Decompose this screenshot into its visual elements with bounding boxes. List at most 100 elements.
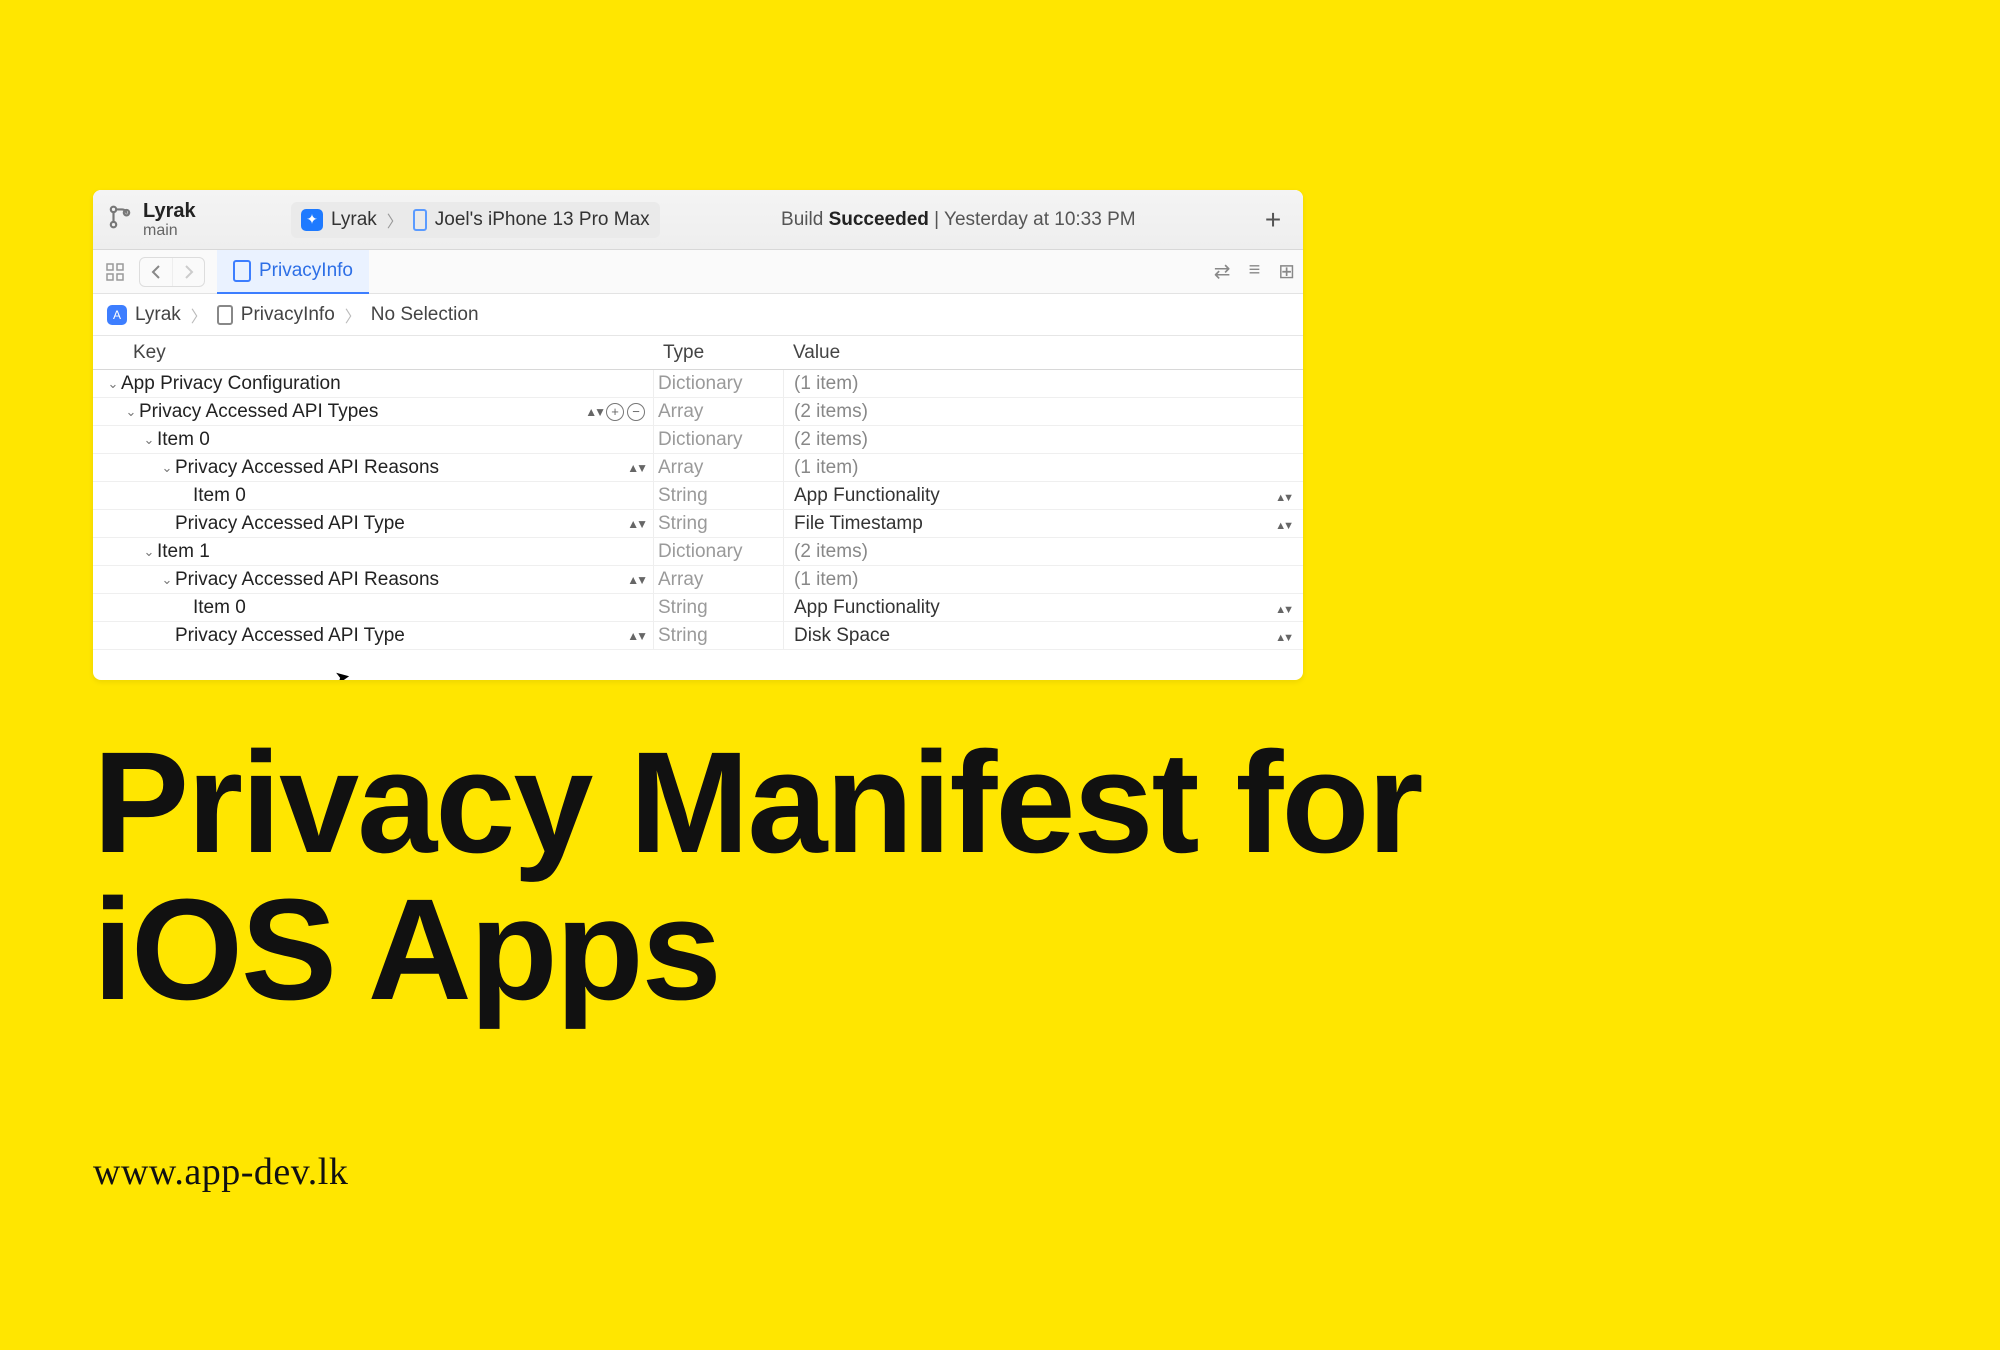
plist-row[interactable]: ⌄App Privacy Configuration Dictionary(1 i… bbox=[93, 370, 1303, 398]
row-controls: ▲▼+− bbox=[585, 403, 645, 421]
lines-icon[interactable]: ≡ bbox=[1249, 259, 1261, 284]
run-destination: Joel's iPhone 13 Pro Max bbox=[435, 209, 650, 231]
add-button[interactable]: + bbox=[1257, 204, 1289, 236]
row-type[interactable]: Dictionary bbox=[653, 426, 783, 453]
add-editor-icon[interactable]: ⊞ bbox=[1278, 259, 1295, 284]
xcode-window: Lyrak main ✦ Lyrak 〉 Joel's iPhone 13 Pr… bbox=[93, 190, 1303, 680]
chevron-down-icon[interactable]: ⌄ bbox=[123, 404, 139, 420]
plist-body: ➤ ⌄App Privacy ConfigurationDictionary(1… bbox=[93, 370, 1303, 680]
row-type[interactable]: Dictionary bbox=[653, 370, 783, 397]
key-type-stepper[interactable]: ▲▼ bbox=[627, 461, 645, 475]
scheme-selector[interactable]: ✦ Lyrak 〉 Joel's iPhone 13 Pro Max bbox=[291, 202, 660, 238]
plist-row[interactable]: Item 0 StringApp Functionality▲▼ bbox=[93, 594, 1303, 622]
row-type[interactable]: Array bbox=[653, 398, 783, 425]
row-key: Item 0 bbox=[193, 597, 246, 619]
key-type-stepper[interactable]: ▲▼ bbox=[627, 573, 645, 587]
editor-options: ⇄ ≡ ⊞ bbox=[1214, 259, 1295, 284]
project-name: Lyrak bbox=[143, 200, 196, 222]
source-control-branch[interactable]: Lyrak main bbox=[107, 200, 277, 240]
history-nav bbox=[139, 257, 205, 287]
page-title: Privacy Manifest for iOS Apps bbox=[93, 730, 1422, 1024]
plist-row[interactable]: ⌄Privacy Accessed API Reasons▲▼Array(1 i… bbox=[93, 454, 1303, 482]
key-type-stepper[interactable]: ▲▼ bbox=[627, 517, 645, 531]
plist-column-header: Key Type Value bbox=[93, 336, 1303, 370]
row-value[interactable]: App Functionality▲▼ bbox=[783, 594, 1303, 621]
row-type[interactable]: String bbox=[653, 510, 783, 537]
row-key: Privacy Accessed API Types bbox=[139, 401, 378, 423]
crumb-file[interactable]: PrivacyInfo bbox=[241, 304, 335, 326]
chevron-down-icon[interactable]: ⌄ bbox=[105, 376, 121, 392]
related-items-icon[interactable] bbox=[101, 258, 129, 286]
column-value[interactable]: Value bbox=[783, 342, 1303, 364]
plist-row[interactable]: ⌄Privacy Accessed API Reasons ▲▼ Array(1 i… bbox=[93, 566, 1303, 594]
chevron-right-icon: 〉 bbox=[343, 303, 363, 327]
row-key: Item 1 bbox=[157, 541, 210, 563]
plist-file-icon bbox=[217, 305, 233, 325]
stepper-icon[interactable]: ▲▼ bbox=[585, 405, 603, 419]
chevron-down-icon[interactable]: ⌄ bbox=[159, 460, 175, 476]
row-value[interactable]: (2 items) bbox=[783, 426, 1303, 453]
row-value[interactable]: (1 item) bbox=[783, 370, 1303, 397]
crumb-project[interactable]: Lyrak bbox=[135, 304, 181, 326]
value-stepper-icon[interactable]: ▲▼ bbox=[1275, 600, 1291, 616]
row-key: App Privacy Configuration bbox=[121, 373, 341, 395]
jump-bar[interactable]: A Lyrak 〉 PrivacyInfo 〉 No Selection bbox=[93, 294, 1303, 336]
tab-bar: PrivacyInfo ⇄ ≡ ⊞ bbox=[93, 250, 1303, 294]
value-stepper-icon[interactable]: ▲▼ bbox=[1275, 488, 1291, 504]
plist-row[interactable]: Privacy Accessed API Type ▲▼ StringFile Ti… bbox=[93, 510, 1303, 538]
row-type[interactable]: Array bbox=[653, 454, 783, 481]
scheme-name: Lyrak bbox=[331, 209, 377, 231]
row-type[interactable]: String bbox=[653, 622, 783, 649]
plist-row[interactable]: Item 0 StringApp Functionality▲▼ bbox=[93, 482, 1303, 510]
add-row-icon[interactable]: + bbox=[606, 403, 624, 421]
branch-icon bbox=[107, 204, 133, 235]
row-type[interactable]: String bbox=[653, 482, 783, 509]
mouse-cursor-icon: ➤ bbox=[333, 666, 352, 680]
row-value[interactable]: (2 items) bbox=[783, 398, 1303, 425]
chevron-right-icon: 〉 bbox=[189, 303, 209, 327]
row-key: Item 0 bbox=[193, 485, 246, 507]
row-value[interactable]: (1 item) bbox=[783, 454, 1303, 481]
plist-row[interactable]: ⌄Privacy Accessed API Types▲▼+−Array(2 i… bbox=[93, 398, 1303, 426]
row-value[interactable]: (2 items) bbox=[783, 538, 1303, 565]
row-key: Item 0 bbox=[157, 429, 210, 451]
row-type[interactable]: Array bbox=[653, 566, 783, 593]
back-button[interactable] bbox=[140, 258, 172, 286]
row-type[interactable]: String bbox=[653, 594, 783, 621]
chevron-right-icon: 〉 bbox=[385, 208, 405, 232]
column-key[interactable]: Key bbox=[93, 342, 653, 364]
forward-button[interactable] bbox=[172, 258, 204, 286]
chevron-down-icon[interactable]: ⌄ bbox=[141, 432, 157, 448]
iphone-icon bbox=[413, 209, 427, 231]
activity-status[interactable]: Build Succeeded | Yesterday at 10:33 PM bbox=[674, 209, 1243, 231]
row-key: Privacy Accessed API Reasons bbox=[175, 569, 439, 591]
remove-row-icon[interactable]: − bbox=[627, 403, 645, 421]
status-text: Build Succeeded | Yesterday at 10:33 PM bbox=[781, 209, 1136, 231]
plist-row[interactable]: Privacy Accessed API Type ▲▼ StringDisk Sp… bbox=[93, 622, 1303, 650]
plist-row[interactable]: ⌄Item 0 Dictionary(2 items) bbox=[93, 426, 1303, 454]
row-value[interactable]: (1 item) bbox=[783, 566, 1303, 593]
row-type[interactable]: Dictionary bbox=[653, 538, 783, 565]
plist-file-icon bbox=[233, 260, 251, 282]
editor-tab-privacyinfo[interactable]: PrivacyInfo bbox=[217, 250, 369, 294]
chevron-down-icon[interactable]: ⌄ bbox=[159, 572, 175, 588]
crumb-selection[interactable]: No Selection bbox=[371, 304, 479, 326]
tab-title: PrivacyInfo bbox=[259, 260, 353, 282]
refresh-icon[interactable]: ⇄ bbox=[1214, 259, 1231, 284]
column-type[interactable]: Type bbox=[653, 342, 783, 364]
value-stepper-icon[interactable]: ▲▼ bbox=[1275, 516, 1291, 532]
row-key: Privacy Accessed API Type bbox=[175, 625, 405, 647]
app-icon: ✦ bbox=[301, 209, 323, 231]
row-value[interactable]: App Functionality▲▼ bbox=[783, 482, 1303, 509]
row-value[interactable]: File Timestamp▲▼ bbox=[783, 510, 1303, 537]
row-value[interactable]: Disk Space▲▼ bbox=[783, 622, 1303, 649]
value-stepper-icon[interactable]: ▲▼ bbox=[1275, 628, 1291, 644]
key-type-stepper[interactable]: ▲▼ bbox=[627, 629, 645, 643]
branch-name: main bbox=[143, 222, 196, 240]
chevron-down-icon[interactable]: ⌄ bbox=[141, 544, 157, 560]
app-icon: A bbox=[107, 305, 127, 325]
site-url: www.app-dev.lk bbox=[93, 1150, 348, 1194]
toolbar: Lyrak main ✦ Lyrak 〉 Joel's iPhone 13 Pr… bbox=[93, 190, 1303, 250]
row-key: Privacy Accessed API Type bbox=[175, 513, 405, 535]
plist-row[interactable]: ⌄Item 1 Dictionary(2 items) bbox=[93, 538, 1303, 566]
